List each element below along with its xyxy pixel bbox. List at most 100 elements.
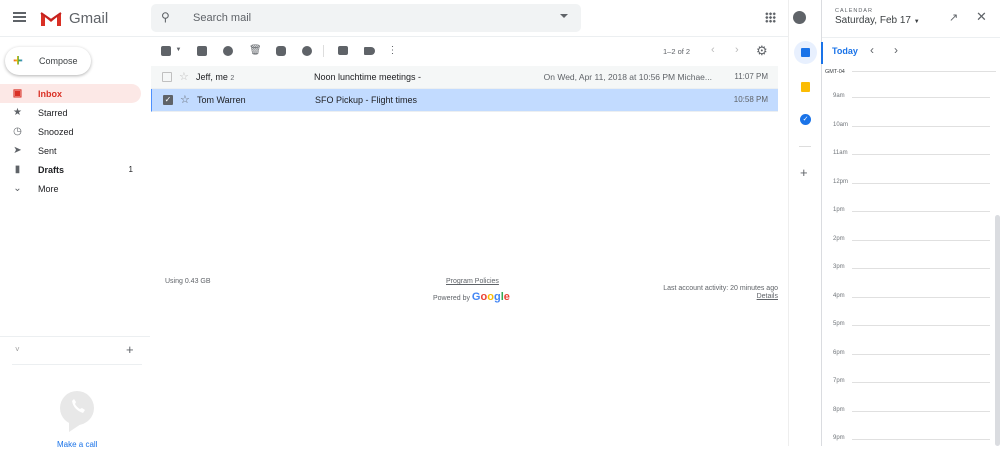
sidebar-item-more[interactable]: ⌄ More [0,179,141,198]
search-icon[interactable]: ⚲ [161,10,170,24]
calendar-panel: CALENDAR Saturday, Feb 17 ▼ ↗ ✕ Today ‹ … [821,0,1000,446]
sidebar-item-sent[interactable]: ➤ Sent [0,141,141,160]
gridline [852,268,990,269]
settings-gear-icon[interactable]: ⚙ [756,43,768,59]
brand-name: Gmail [69,10,109,27]
hour-label: 8pm [833,406,845,413]
gridline [852,154,990,155]
hour-row[interactable]: 7pm [822,378,994,384]
apps-grid-icon[interactable] [765,12,776,23]
hour-row[interactable]: 9am [822,93,994,99]
hangouts-divider [0,336,150,337]
report-spam-icon[interactable] [223,46,233,56]
details-link[interactable]: Details [757,293,778,300]
calendar-scrollbar[interactable] [995,215,1000,446]
mark-read-icon[interactable] [276,46,286,56]
select-dropdown-icon[interactable]: ▼ [173,45,184,56]
gridline [852,239,990,241]
hour-row[interactable]: 5pm [822,321,994,327]
hour-row[interactable]: 10am [822,122,994,128]
close-icon[interactable]: ✕ [976,9,987,25]
get-addons-icon[interactable]: + [800,165,808,180]
row-checkbox[interactable] [162,72,172,82]
make-call-link[interactable]: Make a call [57,440,97,449]
hangouts-add-button[interactable]: + [126,342,134,357]
toolbar-divider [323,45,324,57]
date-selector[interactable]: Saturday, Feb 17 ▼ [835,15,920,26]
powered-by: Powered by Google [433,291,510,303]
email-subject: Noon lunchtime meetings - [314,72,422,82]
calendar-icon [801,48,810,57]
send-icon: ➤ [13,145,22,156]
delete-icon[interactable]: 🗑 [249,45,262,56]
hour-row[interactable]: 12pm [822,179,994,185]
header-divider [0,36,788,37]
move-to-icon[interactable] [338,46,348,55]
email-time: 10:58 PM [733,95,768,104]
older-button[interactable]: › [735,44,739,56]
hour-row[interactable]: 2pm [822,236,994,242]
sidebar-item-inbox[interactable]: ▣ Inbox [0,84,141,103]
gmail-logo[interactable] [40,10,62,27]
email-snippet: On Wed, Apr 11, 2018 at 10:56 PM Michae.… [543,72,712,82]
hour-label: 10am [833,121,849,128]
hour-row[interactable]: 1pm [822,207,994,213]
hour-row[interactable]: 11am [822,150,994,156]
thread-count: 2 [230,75,235,82]
email-sender: Tom Warren [197,95,246,105]
hour-row[interactable]: 4pm [822,293,994,299]
today-button[interactable]: Today [832,46,858,56]
snooze-icon[interactable] [302,46,312,56]
select-all-checkbox[interactable] [161,46,171,56]
row-checkbox-checked[interactable]: ✓ [163,95,173,105]
draft-icon: ▮ [14,164,21,175]
open-new-tab-icon[interactable]: ↗ [949,11,958,24]
previous-day-button[interactable]: ‹ [870,43,874,57]
sidebar-item-label: Sent [38,146,57,156]
divider [12,364,142,365]
next-day-button[interactable]: › [894,43,898,57]
keep-icon[interactable] [801,82,810,92]
sidebar-item-label: Drafts [38,165,65,175]
compose-button[interactable]: + Compose [5,47,91,75]
divider [822,37,1000,38]
gridline [852,439,990,440]
hangouts-user-dropdown[interactable]: ˅ [15,345,20,354]
search-input[interactable]: ⚲ Search mail [151,4,581,32]
hour-label: 7pm [833,378,845,384]
star-icon[interactable]: ☆ [179,70,189,83]
email-row[interactable]: ☆ Jeff, me 2 Noon lunchtime meetings - O… [151,66,778,89]
rail-divider [799,146,811,147]
google-logo: Google [471,291,510,303]
more-options-icon[interactable]: ⋮ [387,45,398,56]
timezone-label: GMT-04 [825,69,845,75]
compose-label: Compose [39,56,78,66]
sidebar-item-label: More [38,184,59,194]
star-icon[interactable]: ☆ [180,93,190,106]
tasks-icon[interactable]: ✓ [800,114,811,125]
sidebar-item-drafts[interactable]: ▮ Drafts 1 [0,160,141,179]
email-subject: SFO Pickup - Flight times [315,95,418,105]
gridline [852,125,990,127]
email-row-selected[interactable]: ✓ ☆ Tom Warren SFO Pickup - Flight times… [151,89,778,112]
main-menu-icon[interactable] [13,12,26,22]
program-policies-link[interactable]: Program Policies [446,278,499,285]
drafts-count: 1 [128,165,133,174]
sidebar-item-starred[interactable]: ★ Starred [0,103,141,122]
hour-row[interactable]: 8pm [822,407,994,413]
search-placeholder: Search mail [193,12,252,24]
archive-icon[interactable] [197,46,207,56]
email-sender: Jeff, me 2 [196,72,234,82]
hour-row[interactable]: 9pm [822,435,994,441]
hour-row[interactable]: 6pm [822,350,994,356]
gridline [852,353,990,355]
label-icon[interactable] [364,47,375,55]
newer-button[interactable]: ‹ [711,44,715,56]
sidebar-item-snoozed[interactable]: ◷ Snoozed [0,122,141,141]
hour-row[interactable]: 3pm [822,264,994,270]
calendar-app-button[interactable] [794,41,817,64]
hour-label: 11am [833,150,848,156]
email-time: 11:07 PM [734,72,768,81]
gridline [852,71,996,72]
search-options-icon[interactable] [560,14,568,18]
